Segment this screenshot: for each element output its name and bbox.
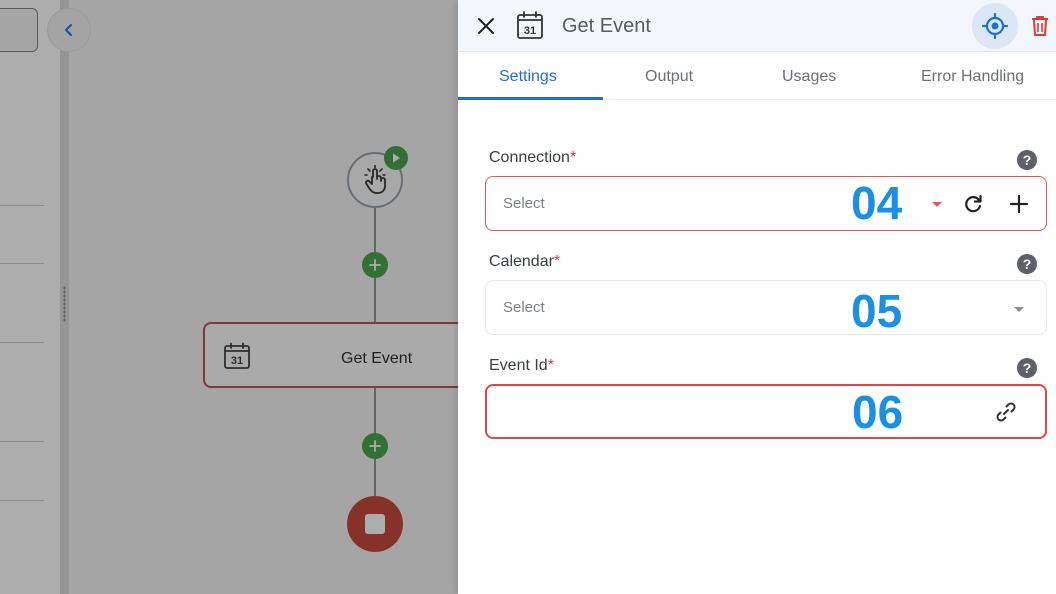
step-number-badge: 04 bbox=[851, 177, 903, 229]
connection-select[interactable]: Select 04 bbox=[485, 176, 1047, 231]
svg-text:31: 31 bbox=[524, 25, 536, 37]
tab-usages[interactable]: Usages bbox=[782, 68, 836, 86]
tab-output[interactable]: Output bbox=[645, 68, 693, 86]
help-icon[interactable]: ? bbox=[1017, 150, 1037, 170]
calendar-placeholder: Select bbox=[503, 299, 545, 316]
link-button[interactable] bbox=[993, 399, 1019, 425]
chevron-down-icon[interactable] bbox=[932, 202, 942, 207]
settings-tabs: Settings Output Usages Error Handling bbox=[458, 53, 1056, 100]
locate-icon bbox=[982, 13, 1008, 39]
connection-label-text: Connection bbox=[489, 149, 570, 166]
locate-button[interactable] bbox=[972, 3, 1018, 49]
link-icon bbox=[996, 402, 1016, 422]
connection-label: Connection* bbox=[489, 149, 576, 167]
event-id-input[interactable]: 06 bbox=[485, 384, 1047, 439]
tab-settings[interactable]: Settings bbox=[499, 68, 557, 86]
calendar-label: Calendar* bbox=[489, 253, 560, 271]
required-marker: * bbox=[553, 253, 561, 270]
panel-title: Get Event bbox=[562, 15, 651, 37]
event-id-label: Event Id* bbox=[489, 357, 554, 375]
connection-placeholder: Select bbox=[503, 195, 545, 212]
event-id-label-text: Event Id bbox=[489, 357, 548, 374]
close-button[interactable] bbox=[472, 12, 500, 40]
calendar-select[interactable]: Select 05 bbox=[485, 280, 1047, 337]
flow-canvas: 31 Get Event bbox=[0, 0, 458, 594]
help-icon[interactable]: ? bbox=[1017, 254, 1037, 274]
tab-error-handling[interactable]: Error Handling bbox=[921, 68, 1024, 86]
chevron-down-icon[interactable] bbox=[1014, 307, 1024, 312]
close-icon bbox=[478, 18, 494, 34]
panel-header: 31 Get Event bbox=[458, 0, 1056, 52]
calendar-icon: 31 bbox=[516, 10, 544, 45]
calendar-label-text: Calendar bbox=[489, 253, 554, 270]
step-settings-panel: 31 Get Event Settings Output Usages Erro… bbox=[458, 0, 1056, 594]
required-marker: * bbox=[569, 149, 577, 166]
refresh-button[interactable] bbox=[960, 191, 986, 217]
trash-icon bbox=[1032, 16, 1048, 36]
modal-overlay[interactable] bbox=[0, 0, 458, 594]
delete-button[interactable] bbox=[1026, 12, 1054, 40]
refresh-icon bbox=[965, 194, 982, 213]
add-connection-button[interactable] bbox=[1006, 191, 1032, 217]
required-marker: * bbox=[547, 357, 554, 374]
step-number-badge: 06 bbox=[852, 386, 904, 438]
plus-icon bbox=[1009, 194, 1029, 214]
help-icon[interactable]: ? bbox=[1017, 358, 1037, 378]
active-tab-indicator bbox=[458, 97, 603, 100]
step-number-badge: 05 bbox=[851, 285, 903, 337]
